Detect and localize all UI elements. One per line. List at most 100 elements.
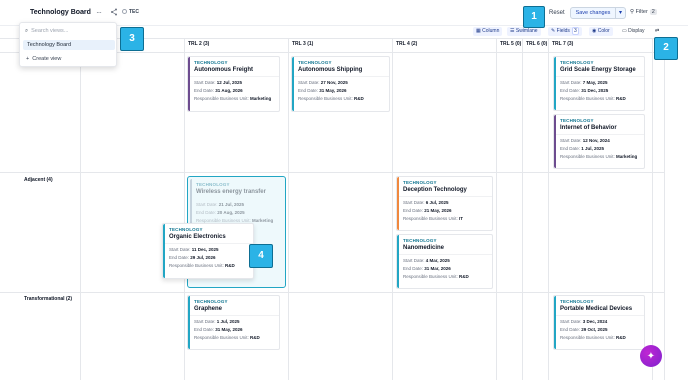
card-start-date: Start Date: 3 Dec, 2024 [560, 316, 640, 324]
card-business-unit: Responsible Business Unit: Marketing [196, 215, 274, 223]
card-type: TECHNOLOGY [169, 227, 203, 232]
grid-line [288, 38, 289, 380]
card-type: TECHNOLOGY [196, 182, 230, 187]
start-date-value: 4 Mar, 2025 [425, 258, 450, 263]
callout-badge-1: 1 [523, 6, 545, 28]
start-date-label: Start Date: [560, 138, 582, 143]
start-date-label: Start Date: [560, 80, 582, 85]
create-view-button[interactable]: + Create view [26, 56, 61, 62]
card-portable-medical-devices[interactable]: TECHNOLOGY Portable Medical Devices Star… [553, 295, 645, 350]
chevron-down-icon[interactable]: ▾ [83, 9, 86, 16]
end-date-label: End Date: [560, 146, 581, 151]
card-business-unit: Responsible Business Unit: R&D [560, 332, 640, 340]
card-deception-technology[interactable]: TECHNOLOGY Deception Technology Start Da… [396, 176, 493, 231]
card-type: TECHNOLOGY [403, 238, 437, 243]
color-button[interactable]: ◉ Color [589, 27, 613, 36]
end-date-value: 31 Dec, 2025 [581, 88, 609, 93]
card-business-unit: Responsible Business Unit: R&D [169, 260, 249, 268]
chip-icon [122, 9, 127, 14]
end-date-label: End Date: [403, 208, 424, 213]
card-title: Organic Electronics [169, 234, 226, 240]
start-date-value: 6 Jul, 2025 [425, 200, 449, 205]
end-date-label: End Date: [194, 327, 215, 332]
chevron-down-icon[interactable]: ▾ [615, 8, 625, 18]
start-date-label: Start Date: [298, 80, 320, 85]
card-type: TECHNOLOGY [560, 60, 594, 65]
start-date-value: 27 Nov, 2025 [320, 80, 348, 85]
card-nanomedicine[interactable]: TECHNOLOGY Nanomedicine Start Date: 4 Ma… [396, 234, 493, 289]
card-end-date: End Date: 29 Jul, 2026 [169, 252, 249, 260]
end-date-label: End Date: [560, 327, 581, 332]
card-type: TECHNOLOGY [194, 60, 228, 65]
end-date-value: 21 May, 2026 [424, 208, 452, 213]
share-icon[interactable] [110, 8, 118, 16]
card-end-date: End Date: 31 Mar, 2026 [403, 263, 488, 271]
start-date-label: Start Date: [194, 319, 216, 324]
display-button[interactable]: ▭ Display [622, 27, 645, 36]
business-unit-value: R&D [616, 335, 626, 340]
card-title: Internet of Behavior [560, 125, 617, 131]
card-internet-of-behavior[interactable]: TECHNOLOGY Internet of Behavior Start Da… [553, 114, 645, 169]
card-title: Autonomous Shipping [298, 67, 363, 73]
end-date-label: End Date: [169, 255, 190, 260]
end-date-value: 31 May, 2026 [319, 88, 347, 93]
start-date-value: 1 Jul, 2025 [216, 319, 240, 324]
business-unit-label: Responsible Business Unit: [169, 263, 224, 268]
card-color-bar [397, 177, 399, 230]
card-organic-electronics[interactable]: TECHNOLOGY Organic Electronics Start Dat… [162, 223, 254, 279]
card-grid-scale-energy-storage[interactable]: TECHNOLOGY Grid Scale Energy Storage Sta… [553, 56, 645, 111]
fields-button[interactable]: ✎ Fields 3 [548, 27, 582, 36]
more-icon[interactable]: ··· [96, 8, 102, 17]
swimlane-button[interactable]: ☰ Swimlane [507, 27, 541, 36]
card-wireless-energy-transfer[interactable]: TECHNOLOGY Wireless energy transfer Star… [189, 178, 279, 226]
column-header-trl2: TRL 2 (3) [188, 41, 210, 47]
card-color-bar [163, 224, 165, 278]
grid-line [548, 38, 549, 380]
save-changes-button[interactable]: Save changes ▾ [570, 7, 626, 19]
filter-button[interactable]: ⚲ Filter 2 [630, 9, 657, 15]
fields-count-badge: 3 [571, 27, 579, 35]
start-date-value: 11 Dec, 2025 [191, 247, 219, 252]
column-button[interactable]: ▦ Column [473, 27, 503, 36]
card-end-date: End Date: 29 Oct, 2025 [560, 324, 640, 332]
board-title[interactable]: Technology Board [30, 9, 91, 16]
end-date-value: 31 Aug, 2026 [215, 88, 243, 93]
business-unit-value: IT [459, 216, 464, 221]
display-label: Display [628, 28, 645, 34]
card-type: TECHNOLOGY [403, 180, 437, 185]
business-unit-label: Responsible Business Unit: [560, 335, 615, 340]
view-search-input[interactable]: Search views... [31, 28, 68, 34]
end-date-value: 31 Mar, 2026 [424, 266, 451, 271]
card-autonomous-shipping[interactable]: TECHNOLOGY Autonomous Shipping Start Dat… [291, 56, 390, 112]
tec-chip[interactable]: TEC [122, 9, 139, 15]
end-date-label: End Date: [560, 88, 581, 93]
column-header-trl7: TRL 7 (3) [552, 41, 574, 47]
reset-button[interactable]: Reset [549, 10, 565, 16]
end-date-value: 29 Oct, 2025 [581, 327, 608, 332]
ai-assistant-button[interactable]: ✦ [640, 345, 662, 367]
card-end-date: End Date: 31 Aug, 2026 [194, 85, 275, 93]
start-date-label: Start Date: [403, 200, 425, 205]
end-date-label: End Date: [194, 88, 215, 93]
end-date-label: End Date: [403, 266, 424, 271]
card-graphene[interactable]: TECHNOLOGY Graphene Start Date: 1 Jul, 2… [187, 295, 280, 350]
search-icon: ⌕ [25, 28, 29, 34]
end-date-value: 31 May, 2026 [215, 327, 243, 332]
card-autonomous-freight[interactable]: TECHNOLOGY Autonomous Freight Start Date… [187, 56, 280, 112]
card-end-date: End Date: 20 Aug, 2025 [196, 207, 274, 215]
start-date-label: Start Date: [196, 202, 218, 207]
grid-line [0, 172, 664, 173]
card-type: TECHNOLOGY [298, 60, 332, 65]
end-date-value: 20 Aug, 2025 [217, 210, 245, 215]
column-header-trl5: TRL 5 (0) [500, 41, 522, 47]
card-color-bar [190, 179, 192, 225]
column-label: Column [482, 28, 500, 34]
business-unit-label: Responsible Business Unit: [194, 96, 249, 101]
view-search-field[interactable]: ⌕ Search views... [25, 28, 68, 35]
view-option-technology-board[interactable]: Technology Board [23, 40, 115, 50]
start-date-value: 12 Jul, 2025 [216, 80, 243, 85]
swap-icon[interactable]: ⇄ [655, 27, 659, 36]
card-business-unit: Responsible Business Unit: R&D [194, 332, 275, 340]
end-date-value: 1 Jul, 2025 [581, 146, 605, 151]
business-unit-label: Responsible Business Unit: [560, 96, 615, 101]
